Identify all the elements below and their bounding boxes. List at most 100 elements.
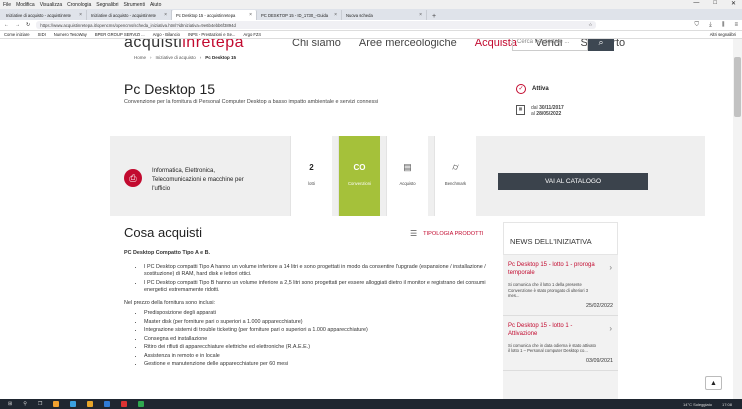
browser-tab[interactable]: Iniziative di acquisto - acquistinrete × xyxy=(87,10,172,20)
list-item: Predisposizione degli apparati xyxy=(144,310,504,318)
shield-icon[interactable]: ⛉ xyxy=(695,22,700,29)
tab-label: Iniziative di acquisto - acquistinrete xyxy=(6,12,71,18)
excel-icon[interactable] xyxy=(138,401,145,407)
menu-visualizza[interactable]: Visualizza xyxy=(40,2,62,8)
clock-text[interactable]: 17:08 xyxy=(722,402,732,407)
back-icon[interactable]: ← xyxy=(4,22,9,28)
forward-icon[interactable]: → xyxy=(15,22,20,28)
logo-part: acquisti xyxy=(124,39,183,51)
nav-aree-merceologiche[interactable]: Aree merceologiche xyxy=(359,39,457,49)
tipologia-prodotti-link[interactable]: ☰ TIPOLOGIA PRODOTTI xyxy=(410,229,483,238)
pdf-icon[interactable] xyxy=(121,401,128,407)
catalog-button[interactable]: VAI AL CATALOGO xyxy=(498,173,648,190)
list-item: I PC Desktop compatti Tipo B hanno un vo… xyxy=(144,280,504,295)
menu-cronologia[interactable]: Cronologia xyxy=(67,2,91,8)
menu-icon[interactable]: ≡ xyxy=(734,22,738,29)
file-explorer-icon[interactable] xyxy=(53,401,60,407)
other-bookmarks[interactable]: Altri segnalibri xyxy=(710,32,736,37)
new-tab-icon[interactable]: + xyxy=(427,13,441,20)
chevron-right-icon: › xyxy=(609,263,612,272)
section-lead: PC Desktop Compatto Tipo A e B. xyxy=(124,250,211,256)
benchmark-stat[interactable]: ⌭ Benchmark xyxy=(434,136,476,216)
bookmark-item[interactable]: Argo FZ4 xyxy=(243,32,260,37)
acquisto-stat[interactable]: ▤ Acquisto xyxy=(386,136,428,216)
menu-modifica[interactable]: Modifica xyxy=(16,2,35,8)
bookmarks-bar: Come iniziare SIDI Numero TesoWay BPER G… xyxy=(0,31,742,39)
url-bar[interactable]: https://www.acquistinretepa.it/opencms/o… xyxy=(36,21,597,29)
list-item: Ritiro dei rifiuti di apparecchiature el… xyxy=(144,344,504,352)
browser-tab[interactable]: PC DESKTOP 15 - ID_1730_-Guida × xyxy=(257,10,342,20)
news-item[interactable]: Pc Desktop 15 - lotto 1 - proroga tempor… xyxy=(503,255,618,316)
browser-tab[interactable]: Nuova scheda × xyxy=(342,10,427,20)
library-icon[interactable]: ⫼ xyxy=(722,22,725,29)
menu-aiuto[interactable]: Aiuto xyxy=(150,2,161,8)
download-icon[interactable]: ⤓ xyxy=(709,22,712,29)
close-tab-icon[interactable]: × xyxy=(79,12,82,18)
tab-label: Pc Desktop 15 - acquistinretepa xyxy=(176,12,236,18)
lotti-count: 2 xyxy=(309,163,314,172)
news-item-title[interactable]: Pc Desktop 15 - lotto 1 - proroga tempor… xyxy=(508,261,598,277)
bookmark-item[interactable]: Numero TesoWay xyxy=(54,32,87,37)
breadcrumb: Home › Iniziative di acquisto › Pc Desktop… xyxy=(134,55,237,60)
maximize-button[interactable]: □ xyxy=(713,0,717,7)
included-intro: Nel prezzo della fornitura sono inclusi: xyxy=(124,299,216,306)
lotti-label: lotti xyxy=(308,181,315,186)
nav-chi-siamo[interactable]: Chi siamo xyxy=(292,39,341,49)
menu-segnalibri[interactable]: Segnalibri xyxy=(96,2,118,8)
task-view-icon[interactable]: ❐ xyxy=(38,401,42,407)
news-title: NEWS DELL'INIZIATIVA xyxy=(503,222,618,255)
reload-icon[interactable]: ↻ xyxy=(26,22,30,28)
scrollbar-thumb[interactable] xyxy=(734,57,741,117)
initiative-infobar: ⎙ Informatica, Elettronica, Telecomunica… xyxy=(110,136,705,216)
status-text: Attiva xyxy=(532,86,549,92)
lotti-stat: 2 lotti xyxy=(290,136,332,216)
bookmark-item[interactable]: Argo - Bilancio xyxy=(153,32,180,37)
logo-part: inrete xyxy=(182,39,226,51)
browser-tab[interactable]: Iniziative di acquisto - acquistinrete × xyxy=(2,10,87,20)
breadcrumb-iniziative[interactable]: Iniziative di acquisto xyxy=(156,55,196,60)
breadcrumb-home[interactable]: Home xyxy=(134,55,146,60)
browser-tab-active[interactable]: Pc Desktop 15 - acquistinretepa × xyxy=(172,10,257,20)
news-item-date: 03/09/2021 xyxy=(586,357,613,364)
page-scrollbar[interactable] xyxy=(733,39,742,409)
edge-icon[interactable] xyxy=(70,401,77,407)
news-item[interactable]: Pc Desktop 15 - lotto 1 - Attivazione › … xyxy=(503,316,618,371)
word-icon[interactable] xyxy=(104,401,111,407)
validity-dates: ▦ dal 30/11/2017 al 28/05/2022 xyxy=(516,105,564,117)
search-button[interactable]: ⌕ xyxy=(588,39,614,51)
site-logo[interactable]: acquistiinretepa xyxy=(124,39,244,52)
search-icon[interactable]: ⚲ xyxy=(23,401,27,407)
back-to-top-button[interactable]: ▲ xyxy=(705,376,722,390)
page-subtitle: Convenzione per la fornitura di Personal… xyxy=(124,99,379,105)
list-item: Integrazione sistemi di trouble ticketin… xyxy=(144,327,504,335)
bookmark-item[interactable]: SIDI xyxy=(38,32,46,37)
news-item-date: 25/02/2022 xyxy=(586,302,613,309)
close-window-button[interactable]: ✕ xyxy=(731,0,736,7)
menu-strumenti[interactable]: Strumenti xyxy=(124,2,145,8)
bookmark-star-icon[interactable]: ☆ xyxy=(588,22,592,28)
document-icon: ▤ xyxy=(403,162,412,172)
bookmark-item[interactable]: Come iniziare xyxy=(4,32,30,37)
close-tab-icon[interactable]: × xyxy=(249,12,252,18)
firefox-icon[interactable] xyxy=(87,401,94,407)
close-tab-icon[interactable]: × xyxy=(419,12,422,18)
bookmark-item[interactable]: BPER GROUP SERVIZI ... xyxy=(95,32,145,37)
nav-acquista[interactable]: Acquista xyxy=(475,39,517,49)
benchmark-label: Benchmark xyxy=(444,181,467,186)
weather-text[interactable]: 14°C Soleggiato xyxy=(683,402,712,407)
news-item-title[interactable]: Pc Desktop 15 - lotto 1 - Attivazione xyxy=(508,322,598,338)
list-icon: ☰ xyxy=(410,229,418,238)
windows-start-icon[interactable]: ⊞ xyxy=(8,401,12,407)
date-to: 28/05/2022 xyxy=(536,111,562,117)
menu-file[interactable]: File xyxy=(3,2,11,8)
browser-menubar: File Modifica Visualizza Cronologia Segn… xyxy=(0,0,742,9)
browser-navbar: ← → ↻ https://www.acquistinretepa.it/ope… xyxy=(0,20,742,31)
close-tab-icon[interactable]: × xyxy=(164,12,167,18)
bookmark-item[interactable]: INPS - Prestazioni e Se... xyxy=(188,32,235,37)
list-item: Master disk (per forniture pari o superi… xyxy=(144,319,504,327)
search-input[interactable]: Cerca nel portale ... xyxy=(512,39,588,51)
minimize-button[interactable]: — xyxy=(693,0,699,7)
close-tab-icon[interactable]: × xyxy=(334,12,337,18)
tab-label: PC DESKTOP 15 - ID_1730_-Guida xyxy=(261,12,329,18)
status-badge: ✓ Attiva xyxy=(516,84,549,94)
